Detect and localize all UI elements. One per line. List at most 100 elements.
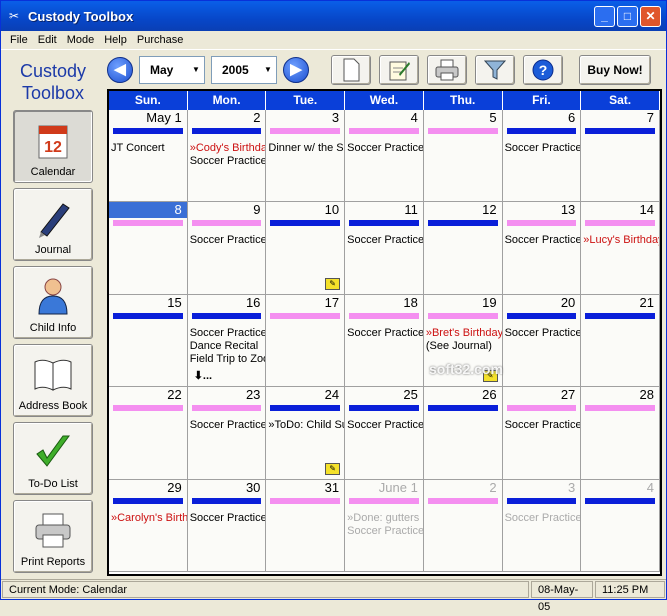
day-cell[interactable]: 30 Soccer Practice xyxy=(187,479,267,572)
event-item[interactable]: Soccer Practice xyxy=(347,142,423,155)
day-cell[interactable]: 22 xyxy=(109,387,188,480)
event-item[interactable]: »Lucy's Birthday xyxy=(583,234,659,247)
event-item[interactable]: Soccer Practice xyxy=(190,419,266,432)
day-number: 23 xyxy=(245,387,261,403)
maximize-button[interactable]: □ xyxy=(617,5,638,27)
day-cell[interactable]: 7 xyxy=(581,110,660,203)
day-cell[interactable]: 18 Soccer Practice xyxy=(345,294,424,388)
day-cell[interactable]: 26 xyxy=(423,387,503,480)
day-number: 2 xyxy=(253,110,261,125)
day-cell[interactable]: 5 xyxy=(423,110,503,203)
day-cell[interactable]: 2 »Cody's Birthday Soccer Practice xyxy=(187,110,267,203)
help-button[interactable]: ? xyxy=(523,55,563,85)
nav-calendar-button[interactable]: 12 Calendar xyxy=(13,110,93,183)
event-item[interactable]: Soccer Practice xyxy=(505,142,581,155)
day-number: May 1 xyxy=(146,110,182,125)
day-header: Thu. xyxy=(423,91,503,110)
day-cell[interactable]: 16 Soccer Practice Dance Recital Field Trip… xyxy=(187,294,267,388)
event-item[interactable]: Soccer Practice xyxy=(505,327,581,340)
event-item[interactable]: »ToDo: Child Support xyxy=(268,419,344,432)
day-cell[interactable]: 9 Soccer Practice xyxy=(187,202,267,295)
day-cell[interactable]: 17 xyxy=(266,294,346,388)
day-cell[interactable]: 12 xyxy=(423,202,503,295)
filter-button[interactable] xyxy=(475,55,515,85)
prev-month-button[interactable]: ◀ xyxy=(107,57,133,83)
event-item[interactable]: Dance Recital xyxy=(190,340,266,353)
next-month-button[interactable]: ▶ xyxy=(283,57,309,83)
chevron-down-icon: ▼ xyxy=(264,65,272,74)
day-header: Tue. xyxy=(266,91,346,110)
event-item[interactable]: Soccer Practice xyxy=(190,512,266,525)
new-button[interactable] xyxy=(331,55,371,85)
day-cell[interactable]: 23 Soccer Practice xyxy=(187,387,267,480)
minimize-button[interactable]: _ xyxy=(594,5,615,27)
day-cell[interactable]: 3 Soccer Practice xyxy=(502,479,582,572)
day-number: 21 xyxy=(639,294,654,310)
day-cell[interactable]: 31 xyxy=(266,479,346,572)
event-item[interactable]: Soccer Practice xyxy=(347,327,423,340)
close-button[interactable]: ✕ xyxy=(640,5,661,27)
day-cell[interactable]: May 1 JT Concert xyxy=(109,110,188,203)
status-date: 08-May-05 xyxy=(531,581,593,613)
day-cell[interactable]: 4 Soccer Practice xyxy=(345,110,424,203)
day-cell[interactable]: 3 Dinner w/ the Smiths xyxy=(266,110,346,203)
day-number: 26 xyxy=(482,387,497,403)
event-item[interactable]: JT Concert xyxy=(111,142,187,155)
menu-purchase[interactable]: Purchase xyxy=(132,34,188,46)
day-cell[interactable]: 21 xyxy=(581,294,660,388)
event-item[interactable]: »Bret's Birthday xyxy=(426,327,502,340)
day-cell[interactable]: 14 »Lucy's Birthday xyxy=(581,202,660,295)
day-cell[interactable]: 25 Soccer Practice xyxy=(345,387,424,480)
event-item[interactable]: Soccer Practice xyxy=(190,155,266,168)
nav-print-reports-button[interactable]: Print Reports xyxy=(13,500,93,573)
checkmark-icon xyxy=(33,432,73,472)
day-cell[interactable]: 4 xyxy=(581,479,660,572)
journal-note-icon[interactable]: ✎ xyxy=(325,462,341,475)
day-cell[interactable]: 8 xyxy=(109,202,188,295)
event-item[interactable]: »Cody's Birthday xyxy=(190,142,266,155)
day-cell[interactable]: 6 Soccer Practice xyxy=(502,110,582,203)
event-item[interactable]: Soccer Practice xyxy=(505,419,581,432)
nav-journal-button[interactable]: Journal xyxy=(13,188,93,261)
day-cell[interactable]: 20 Soccer Practice xyxy=(502,294,582,388)
event-item[interactable]: Dinner w/ the Smiths xyxy=(268,142,344,155)
day-cell[interactable]: 27 Soccer Practice xyxy=(502,387,582,480)
nav-child-info-button[interactable]: Child Info xyxy=(13,266,93,339)
day-header: Mon. xyxy=(187,91,267,110)
day-number: 24 xyxy=(324,387,340,403)
event-item[interactable]: (See Journal) xyxy=(426,340,502,353)
day-cell[interactable]: 10 ✎ xyxy=(266,202,346,295)
event-item[interactable]: »Carolyn's Birthday xyxy=(111,512,187,525)
day-cell[interactable]: 15 xyxy=(109,294,188,388)
print-button[interactable] xyxy=(427,55,467,85)
event-item[interactable]: Field Trip to Zoo xyxy=(190,353,266,366)
title-bar[interactable]: ✂ Custody Toolbox _ □ ✕ xyxy=(1,1,666,31)
event-item[interactable]: Soccer Practice xyxy=(347,525,423,538)
day-cell[interactable]: 24 »ToDo: Child Support ✎ xyxy=(266,387,346,480)
event-item[interactable]: Soccer Practice xyxy=(505,234,581,247)
event-item[interactable]: Soccer Practice xyxy=(347,419,423,432)
more-events-arrow-icon[interactable]: ⬇... xyxy=(194,369,212,382)
nav-to-do-list-button[interactable]: To-Do List xyxy=(13,422,93,495)
event-item[interactable]: Soccer Practice xyxy=(347,234,423,247)
menu-edit[interactable]: Edit xyxy=(33,34,62,46)
edit-button[interactable] xyxy=(379,55,419,85)
event-item[interactable]: »Done: gutters xyxy=(347,512,423,525)
day-cell[interactable]: June 1 »Done: gutters Soccer Practice xyxy=(345,479,424,572)
day-cell[interactable]: 11 Soccer Practice xyxy=(345,202,424,295)
day-cell[interactable]: 28 xyxy=(581,387,660,480)
year-select[interactable]: 2005 ▼ xyxy=(211,56,277,84)
day-cell[interactable]: 13 Soccer Practice xyxy=(502,202,582,295)
buy-now-button[interactable]: Buy Now! xyxy=(579,55,651,85)
menu-help[interactable]: Help xyxy=(99,34,132,46)
event-item[interactable]: Soccer Practice xyxy=(190,327,266,340)
day-cell[interactable]: 2 xyxy=(423,479,503,572)
menu-file[interactable]: File xyxy=(5,34,33,46)
menu-mode[interactable]: Mode xyxy=(62,34,100,46)
month-select[interactable]: May ▼ xyxy=(139,56,205,84)
nav-address-book-button[interactable]: Address Book xyxy=(13,344,93,417)
journal-note-icon[interactable]: ✎ xyxy=(325,277,341,290)
event-item[interactable]: Soccer Practice xyxy=(190,234,266,247)
day-cell[interactable]: 29 »Carolyn's Birthday xyxy=(109,479,188,572)
event-item[interactable]: Soccer Practice xyxy=(505,512,581,525)
